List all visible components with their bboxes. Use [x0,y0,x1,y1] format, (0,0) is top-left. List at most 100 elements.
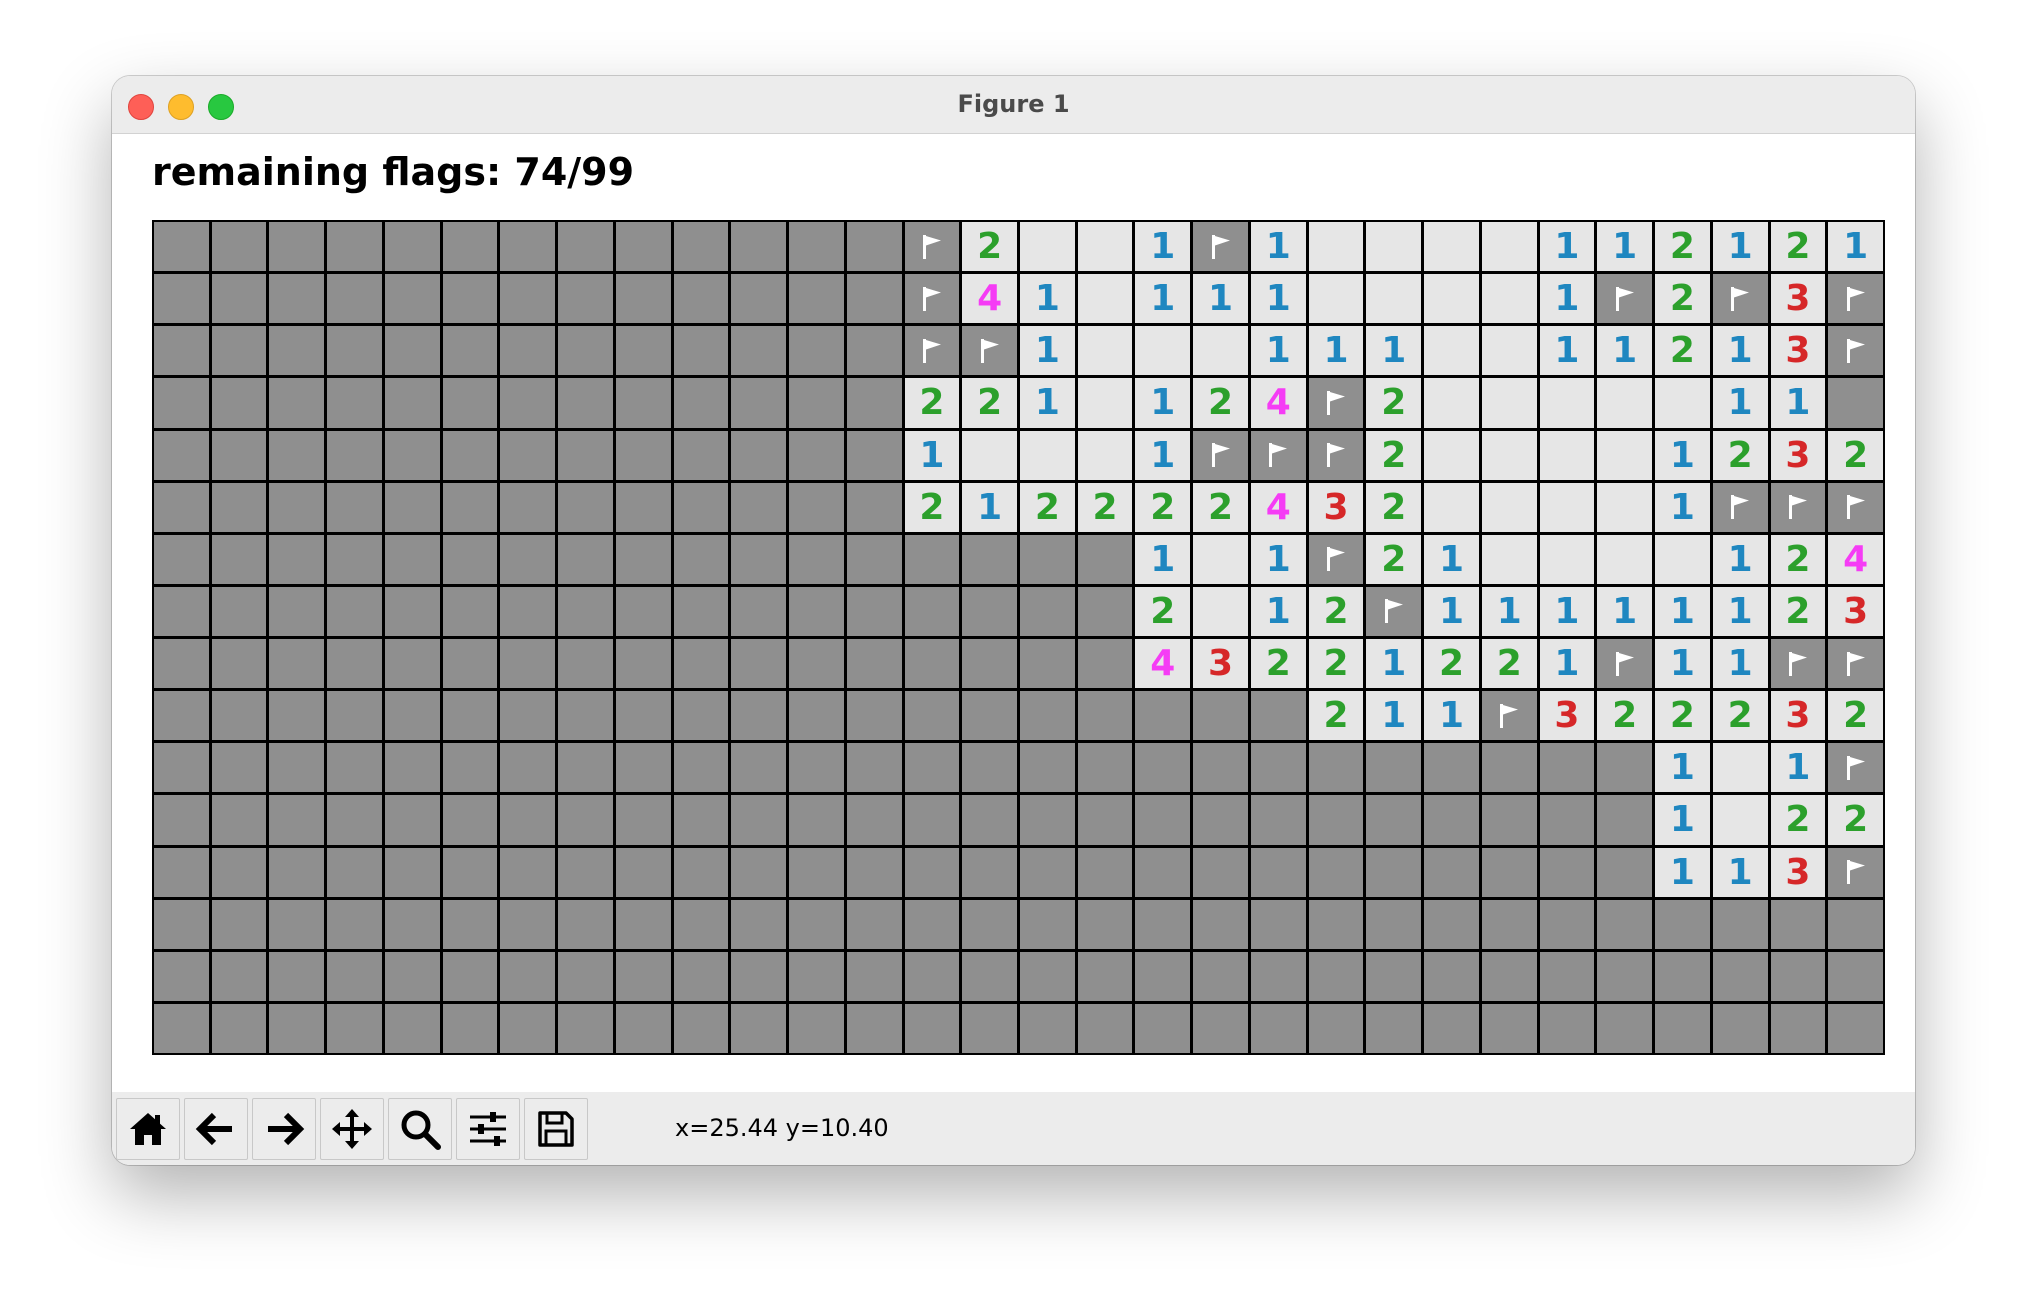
hidden-cell[interactable] [1424,847,1479,897]
hidden-cell[interactable] [789,222,844,272]
hidden-cell[interactable] [500,274,556,324]
number-cell[interactable]: 1 [1135,274,1191,324]
hidden-cell[interactable] [500,534,556,584]
empty-cell[interactable] [1424,378,1479,428]
empty-cell[interactable] [1539,378,1595,428]
hidden-cell[interactable] [211,222,267,272]
hidden-cell[interactable] [1828,378,1883,428]
hidden-cell[interactable] [846,899,902,949]
number-cell[interactable]: 1 [1481,586,1537,636]
hidden-cell[interactable] [615,534,671,584]
hidden-cell[interactable] [269,1003,325,1053]
hidden-cell[interactable] [1597,899,1653,949]
hidden-cell[interactable] [1135,847,1191,897]
number-cell[interactable]: 1 [1539,274,1595,324]
save-button[interactable] [524,1098,588,1160]
hidden-cell[interactable] [327,274,382,324]
hidden-cell[interactable] [1250,899,1306,949]
number-cell[interactable]: 2 [1770,586,1826,636]
flagged-cell[interactable] [1770,639,1826,689]
hidden-cell[interactable] [1250,795,1306,845]
hidden-cell[interactable] [327,691,382,741]
hidden-cell[interactable] [154,847,209,897]
hidden-cell[interactable] [1539,847,1595,897]
hidden-cell[interactable] [327,222,382,272]
empty-cell[interactable] [1193,326,1248,376]
empty-cell[interactable] [1077,326,1133,376]
hidden-cell[interactable] [904,639,960,689]
number-cell[interactable]: 1 [1135,378,1191,428]
hidden-cell[interactable] [846,795,902,845]
hidden-cell[interactable] [789,326,844,376]
hidden-cell[interactable] [1077,534,1133,584]
hidden-cell[interactable] [154,326,209,376]
flagged-cell[interactable] [1597,274,1653,324]
number-cell[interactable]: 1 [1020,326,1075,376]
hidden-cell[interactable] [1655,1003,1710,1053]
hidden-cell[interactable] [962,899,1017,949]
hidden-cell[interactable] [846,743,902,793]
empty-cell[interactable] [1308,222,1364,272]
hidden-cell[interactable] [442,274,498,324]
hidden-cell[interactable] [904,847,960,897]
hidden-cell[interactable] [558,586,613,636]
hidden-cell[interactable] [673,430,729,480]
number-cell[interactable]: 2 [1135,482,1191,532]
hidden-cell[interactable] [731,1003,787,1053]
hidden-cell[interactable] [269,899,325,949]
hidden-cell[interactable] [558,274,613,324]
number-cell[interactable]: 2 [1077,482,1133,532]
hidden-cell[interactable] [1597,847,1653,897]
hidden-cell[interactable] [1424,899,1479,949]
hidden-cell[interactable] [615,795,671,845]
hidden-cell[interactable] [154,586,209,636]
hidden-cell[interactable] [384,1003,440,1053]
hidden-cell[interactable] [327,951,382,1001]
flagged-cell[interactable] [1308,534,1364,584]
hidden-cell[interactable] [1481,951,1537,1001]
hidden-cell[interactable] [384,639,440,689]
hidden-cell[interactable] [731,222,787,272]
hidden-cell[interactable] [384,743,440,793]
number-cell[interactable]: 2 [1250,639,1306,689]
hidden-cell[interactable] [846,951,902,1001]
hidden-cell[interactable] [904,795,960,845]
hidden-cell[interactable] [1135,899,1191,949]
flagged-cell[interactable] [904,274,960,324]
flagged-cell[interactable] [1193,222,1248,272]
hidden-cell[interactable] [904,951,960,1001]
number-cell[interactable]: 2 [1828,691,1883,741]
flagged-cell[interactable] [1828,847,1883,897]
hidden-cell[interactable] [384,482,440,532]
hidden-cell[interactable] [1250,743,1306,793]
number-cell[interactable]: 2 [1712,691,1768,741]
hidden-cell[interactable] [962,795,1017,845]
hidden-cell[interactable] [1481,847,1537,897]
hidden-cell[interactable] [1077,586,1133,636]
hidden-cell[interactable] [558,482,613,532]
hidden-cell[interactable] [442,691,498,741]
flagged-cell[interactable] [1308,430,1364,480]
hidden-cell[interactable] [1020,1003,1075,1053]
hidden-cell[interactable] [615,951,671,1001]
number-cell[interactable]: 4 [1250,482,1306,532]
hidden-cell[interactable] [673,326,729,376]
hidden-cell[interactable] [327,586,382,636]
empty-cell[interactable] [1424,222,1479,272]
hidden-cell[interactable] [500,222,556,272]
hidden-cell[interactable] [442,847,498,897]
hidden-cell[interactable] [1077,795,1133,845]
hidden-cell[interactable] [1366,847,1422,897]
hidden-cell[interactable] [1308,743,1364,793]
hidden-cell[interactable] [673,534,729,584]
number-cell[interactable]: 1 [1424,586,1479,636]
empty-cell[interactable] [1539,482,1595,532]
hidden-cell[interactable] [1424,1003,1479,1053]
hidden-cell[interactable] [1308,795,1364,845]
hidden-cell[interactable] [1020,586,1075,636]
hidden-cell[interactable] [154,482,209,532]
number-cell[interactable]: 1 [1135,534,1191,584]
number-cell[interactable]: 2 [1712,430,1768,480]
hidden-cell[interactable] [558,639,613,689]
hidden-cell[interactable] [384,586,440,636]
